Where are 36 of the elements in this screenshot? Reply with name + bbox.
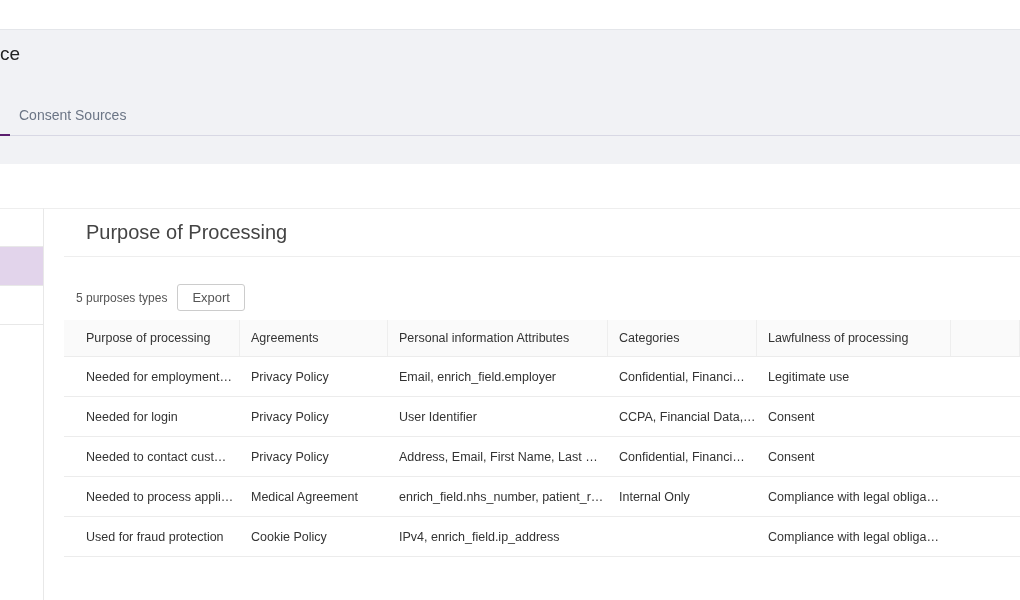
table-cell-text: Email, enrich_field.employer	[398, 368, 557, 386]
page-title: ce	[0, 43, 21, 65]
table-cell-text: Used for fraud protection	[85, 528, 225, 546]
sidebar-item[interactable]	[0, 247, 43, 286]
table-cell-text: Internal Only	[618, 488, 691, 506]
table-cell-text: Privacy Policy	[250, 368, 330, 386]
table-cell-text: Needed for login	[85, 408, 179, 426]
table-cell-text: Confidential, Financi…	[618, 368, 746, 386]
table-cell-text: Privacy Policy	[250, 448, 330, 466]
table-cell-text: Address, Email, First Name, Last …	[398, 448, 599, 466]
table-cell-text: Cookie Policy	[250, 528, 328, 546]
table-cell-text: Needed for employment…	[85, 368, 233, 386]
table-cell-text: Consent	[767, 448, 816, 466]
table-cell-text: IPv4, enrich_field.ip_address	[398, 528, 561, 546]
table-cell-text: Compliance with legal obliga…	[767, 528, 940, 546]
export-button[interactable]: Export	[177, 284, 245, 311]
table-cell-text: Needed to process appli…	[85, 488, 235, 506]
table-cell-text: Legitimate use	[767, 368, 851, 386]
table-cell-text: enrich_field.nhs_number, patient_r…	[398, 488, 605, 506]
table-cell-text: CCPA, Financial Data,…	[618, 408, 757, 426]
table-cell-text: Consent	[767, 408, 816, 426]
panel-title: Purpose of Processing	[64, 209, 1020, 257]
selected-tab-indicator	[0, 134, 10, 136]
table-cell-text: Privacy Policy	[250, 408, 330, 426]
purpose-count: 5 purposes types	[76, 290, 168, 305]
column-header: Purpose of processing	[64, 320, 240, 356]
column-header: Agreements	[240, 320, 388, 356]
tab[interactable]: Consent Sources	[10, 107, 136, 135]
column-header: Lawfulness of processing	[757, 320, 951, 356]
table-cell-text: Confidential, Financi…	[618, 448, 746, 466]
column-header: Categories	[608, 320, 757, 356]
table-cell-text: Needed to contact cust…	[85, 448, 228, 466]
table-cell-text: Medical Agreement	[250, 488, 359, 506]
column-header: Personal information Attributes	[388, 320, 608, 356]
table-cell-text: User Identifier	[398, 408, 478, 426]
table-cell-text: Compliance with legal obliga…	[767, 488, 940, 506]
